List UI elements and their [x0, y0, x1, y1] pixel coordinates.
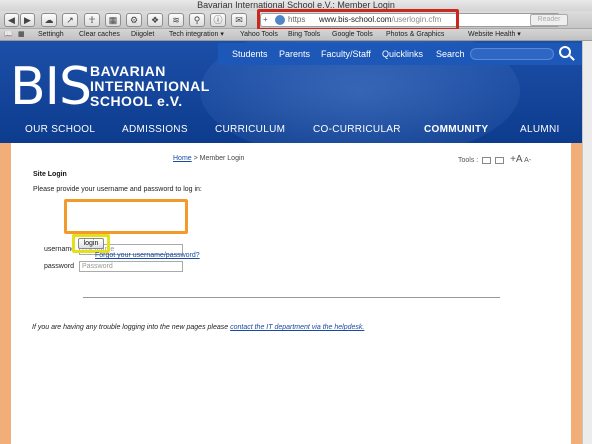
site-header: Students Parents Faculty/Staff Quicklink…: [0, 41, 582, 143]
tools-label: Tools :: [458, 157, 479, 164]
layers-icon: ≋: [172, 15, 180, 25]
bookmark-clear-caches[interactable]: Clear caches: [79, 29, 120, 41]
page-tools: Tools : +A A-: [458, 154, 531, 165]
person-icon: ☥: [88, 15, 96, 25]
logo-line-2: INTERNATIONAL: [90, 78, 210, 94]
site-search-input[interactable]: [470, 48, 554, 60]
nav-curriculum[interactable]: CURRICULUM: [215, 124, 285, 135]
breadcrumb-home-link[interactable]: Home: [173, 155, 192, 162]
breadcrumb: Home > Member Login: [173, 155, 244, 162]
password-label: password: [44, 263, 74, 270]
nav-admissions[interactable]: ADMISSIONS: [122, 124, 188, 135]
logo-line-3: SCHOOL e.V.: [90, 93, 183, 109]
pin-icon: ⚲: [193, 15, 201, 25]
layers-button[interactable]: ≋: [168, 13, 184, 27]
credentials-highlight-box: [64, 199, 188, 234]
accessibility-button[interactable]: ☥: [84, 13, 100, 27]
forward-button[interactable]: ▶: [20, 13, 35, 27]
help-note-text: If you are having any trouble logging in…: [32, 324, 231, 331]
forgot-credentials-link[interactable]: Forgot your username/password?: [95, 252, 200, 259]
topnav-parents[interactable]: Parents: [279, 49, 310, 59]
reader-button[interactable]: Reader: [530, 14, 568, 26]
topnav-quicklinks[interactable]: Quicklinks: [382, 49, 423, 59]
pin-button[interactable]: ⚲: [189, 13, 205, 27]
content-divider: [83, 297, 500, 298]
reading-list-icon[interactable]: 📖: [4, 29, 13, 41]
qr-button[interactable]: ▦: [105, 13, 121, 27]
back-button[interactable]: ◀: [4, 13, 19, 27]
logo-line-1: BAVARIAN: [90, 63, 166, 79]
search-icon[interactable]: [559, 46, 571, 58]
icloud-tabs-button[interactable]: ☁: [41, 13, 57, 27]
topnav-students[interactable]: Students: [232, 49, 268, 59]
bookmark-website-health[interactable]: Website Health ▾: [468, 29, 521, 41]
gear-icon: ⚙: [129, 15, 139, 25]
bookmark-google-tools[interactable]: Google Tools: [332, 29, 373, 41]
qr-code-icon: ▦: [108, 15, 118, 25]
main-navigation: OUR SCHOOL ADMISSIONS CURRICULUM CO-CURR…: [0, 121, 582, 143]
web-page: Students Parents Faculty/Staff Quicklink…: [0, 41, 582, 444]
bookmark-photos-graphics[interactable]: Photos & Graphics: [386, 29, 444, 41]
topnav-search-label: Search: [436, 49, 465, 59]
nav-our-school[interactable]: OUR SCHOOL: [25, 124, 95, 135]
bookmark-diigolet[interactable]: Diigolet: [131, 29, 154, 41]
address-highlight-box: [257, 9, 459, 31]
logo-text[interactable]: BAVARIAN INTERNATIONAL SCHOOL e.V.: [90, 64, 210, 109]
info-button[interactable]: ⓘ: [210, 13, 226, 27]
login-instructions: Please provide your username and passwor…: [33, 186, 202, 193]
username-label: username: [44, 246, 76, 253]
bookmarks-grid-icon[interactable]: ▦: [18, 29, 25, 41]
bookmark-bing-tools[interactable]: Bing Tools: [288, 29, 320, 41]
font-decrease-button[interactable]: A-: [524, 157, 531, 164]
topnav-faculty-staff[interactable]: Faculty/Staff: [321, 49, 371, 59]
helpdesk-link[interactable]: contact the IT department via the helpde…: [230, 324, 364, 331]
page-scrollbar[interactable]: [582, 41, 592, 444]
section-title: Site Login: [33, 171, 67, 178]
nav-alumni[interactable]: ALUMNI: [520, 124, 560, 135]
nav-co-curricular[interactable]: CO-CURRICULAR: [313, 124, 401, 135]
bookmark-settingh[interactable]: Settingh: [38, 29, 64, 41]
bookmark-yahoo-tools[interactable]: Yahoo Tools: [240, 29, 278, 41]
help-note: If you are having any trouble logging in…: [32, 324, 364, 331]
share-icon: ↗: [66, 15, 74, 25]
breadcrumb-current: > Member Login: [191, 155, 245, 162]
extension-button[interactable]: ⚙: [126, 13, 142, 27]
cloud-icon: ☁: [44, 15, 54, 25]
main-content: Home > Member Login Tools : +A A- Site L…: [11, 143, 571, 444]
font-increase-button[interactable]: +A: [510, 154, 523, 165]
login-highlight-box: [72, 234, 110, 253]
info-icon: ⓘ: [213, 15, 223, 25]
bookmarks-bar: 📖 ▦ Settingh Clear caches Diigolet Tech …: [0, 29, 592, 41]
top-navigation: Students Parents Faculty/Staff Quicklink…: [218, 43, 582, 65]
mail-button[interactable]: ✉: [231, 13, 247, 27]
bookmark-tech-integration[interactable]: Tech integration ▾: [169, 29, 224, 41]
back-arrow-icon: ◀: [8, 15, 15, 25]
logo-mark[interactable]: BIS: [10, 59, 92, 115]
box-icon: ❖: [150, 15, 160, 25]
print-page-icon[interactable]: [495, 156, 505, 164]
mail-icon: ✉: [235, 15, 243, 25]
email-page-icon[interactable]: [482, 156, 492, 164]
forward-arrow-icon: ▶: [24, 15, 31, 25]
nav-community[interactable]: COMMUNITY: [424, 124, 488, 135]
share-button[interactable]: ↗: [62, 13, 78, 27]
password-field[interactable]: Password: [79, 261, 183, 272]
dropbox-button[interactable]: ❖: [147, 13, 163, 27]
